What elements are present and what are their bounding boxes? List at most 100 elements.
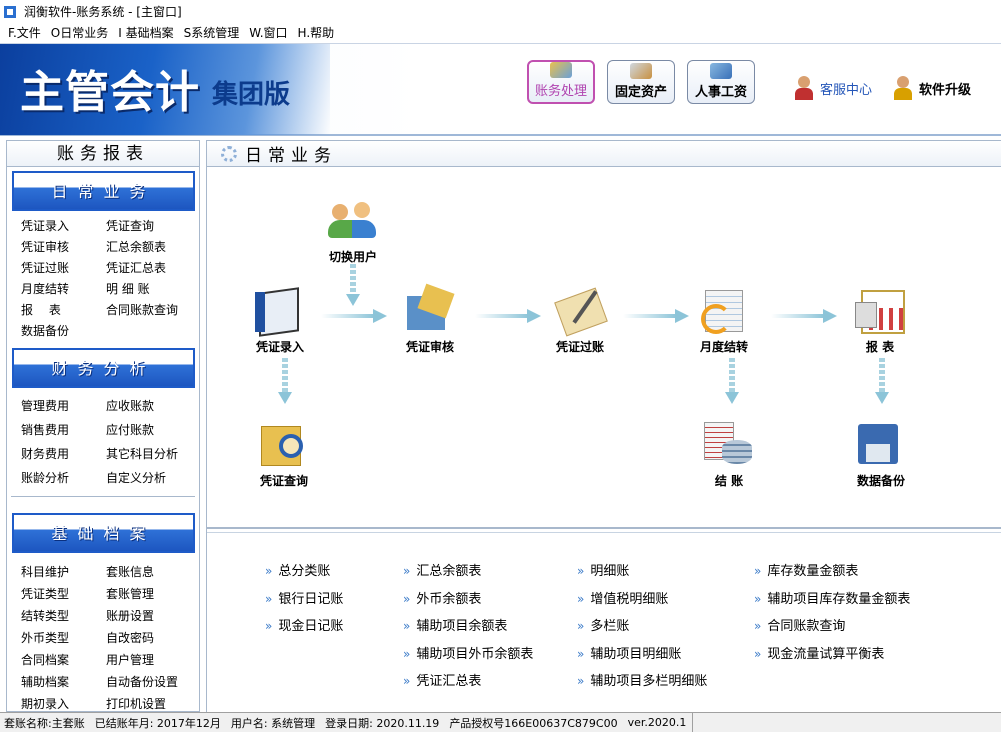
link-auto-backup-settings[interactable]: 自动备份设置: [106, 671, 196, 693]
link-contract-query[interactable]: 合同账款查询: [106, 300, 196, 321]
link-voucher-query[interactable]: 凭证查询: [106, 216, 196, 237]
section-divider: [11, 496, 195, 497]
closing-icon: [702, 420, 756, 468]
report-link[interactable]: » 现金日记账: [265, 618, 343, 646]
menu-file[interactable]: F.文件: [4, 23, 47, 43]
report-link[interactable]: » 辅助项目余额表: [403, 618, 533, 646]
link-payables[interactable]: 应付账款: [106, 418, 196, 442]
section-header-daily-business[interactable]: 日常业务: [12, 171, 195, 211]
node-voucher-entry[interactable]: 凭证录入: [235, 286, 325, 355]
link-voucher-post[interactable]: 凭证过账: [21, 258, 106, 279]
menu-window[interactable]: W.窗口: [245, 23, 293, 43]
report-link[interactable]: » 辅助项目明细账: [577, 646, 707, 674]
link-currency-type[interactable]: 外币类型: [21, 627, 106, 649]
chevron-right-icon: »: [754, 591, 762, 606]
report-link[interactable]: » 辅助项目库存数量金额表: [754, 591, 910, 619]
arrow-down: [725, 358, 739, 404]
product-logo: 主管会计: [20, 67, 200, 118]
arrow-right: [771, 309, 837, 323]
link-aging-analysis[interactable]: 账龄分析: [21, 466, 106, 490]
financial-analysis-links: 管理费用 应收账款 销售费用 应付账款 财务费用 其它科目分析 账龄分析 自定义…: [7, 394, 199, 490]
link-printer-settings[interactable]: 打印机设置: [106, 693, 196, 711]
report-link[interactable]: » 明细账: [577, 563, 707, 591]
link-set-info[interactable]: 套账信息: [106, 561, 196, 583]
right-panel-title: 日常业务: [245, 146, 337, 166]
node-reports[interactable]: 报 表: [835, 286, 925, 355]
basic-archives-links: 科目维护 套账信息 凭证类型 套账管理 结转类型 账册设置 外币类型 自改密码 …: [7, 561, 199, 711]
link-account-maintenance[interactable]: 科目维护: [21, 561, 106, 583]
report-link[interactable]: » 汇总余额表: [403, 563, 533, 591]
service-center-link[interactable]: 客服中心: [794, 76, 872, 100]
link-data-backup[interactable]: 数据备份: [21, 321, 106, 342]
menu-daily-business[interactable]: O日常业务: [47, 23, 114, 43]
link-summary-balance[interactable]: 汇总余额表: [106, 237, 196, 258]
node-closing[interactable]: 结 账: [684, 420, 774, 489]
link-admin-expense[interactable]: 管理费用: [21, 394, 106, 418]
report-link[interactable]: » 辅助项目外币余额表: [403, 646, 533, 674]
accounting-module-button[interactable]: 账务处理: [527, 60, 595, 104]
link-voucher-entry[interactable]: 凭证录入: [21, 216, 106, 237]
link-contract-archive[interactable]: 合同档案: [21, 649, 106, 671]
link-detail-ledger[interactable]: 明 细 账: [106, 279, 196, 300]
report-link[interactable]: » 增值税明细账: [577, 591, 707, 619]
report-link[interactable]: » 外币余额表: [403, 591, 533, 619]
section-header-financial-analysis[interactable]: 财务分析: [12, 348, 195, 388]
link-voucher-summary[interactable]: 凭证汇总表: [106, 258, 196, 279]
left-panel-title: 账务报表: [7, 141, 199, 167]
payroll-module-label: 人事工资: [694, 85, 747, 100]
link-receivables[interactable]: 应收账款: [106, 394, 196, 418]
node-data-backup[interactable]: 数据备份: [836, 420, 926, 489]
report-link[interactable]: » 库存数量金额表: [754, 563, 910, 591]
link-set-management[interactable]: 套账管理: [106, 583, 196, 605]
report-link[interactable]: » 辅助项目多栏明细账: [577, 673, 707, 701]
report-column-2: » 汇总余额表 » 外币余额表 » 辅助项目余额表 » 辅助项目外币余额表 » 凭证汇总表: [403, 563, 533, 701]
menu-basic-archives[interactable]: I 基础档案: [114, 23, 179, 43]
link-auxiliary-archive[interactable]: 辅助档案: [21, 671, 106, 693]
chevron-right-icon: »: [403, 564, 411, 578]
chevron-right-icon: »: [577, 619, 585, 633]
link-finance-expense[interactable]: 财务费用: [21, 442, 106, 466]
link-reports[interactable]: 报 表: [21, 300, 106, 321]
link-other-account-analysis[interactable]: 其它科目分析: [106, 442, 196, 466]
link-transfer-type[interactable]: 结转类型: [21, 605, 106, 627]
menu-bar: F.文件 O日常业务 I 基础档案 S系统管理 W.窗口 H.帮助: [0, 23, 1001, 43]
link-sales-expense[interactable]: 销售费用: [21, 418, 106, 442]
menu-help[interactable]: H.帮助: [294, 23, 341, 43]
fixed-assets-module-button[interactable]: 固定资产: [607, 60, 675, 104]
link-change-password[interactable]: 自改密码: [106, 627, 196, 649]
link-monthly-close[interactable]: 月度结转: [21, 279, 106, 300]
report-link[interactable]: » 合同账款查询: [754, 618, 910, 646]
node-label: 切换用户: [328, 250, 377, 264]
workflow-diagram: 切换用户 凭证录入 凭证审核 凭证过账 月度结转 报 表 凭证查询 结 账 数据…: [207, 168, 1001, 528]
chevron-right-icon: »: [265, 591, 273, 606]
report-link[interactable]: » 总分类账: [265, 563, 343, 591]
section-header-basic-archives[interactable]: 基础档案: [12, 513, 195, 553]
report-link[interactable]: » 现金流量试算平衡表: [754, 646, 910, 674]
report-link[interactable]: » 凭证汇总表: [403, 673, 533, 701]
node-voucher-post[interactable]: 凭证过账: [535, 286, 625, 355]
link-book-settings[interactable]: 账册设置: [106, 605, 196, 627]
software-upgrade-link[interactable]: 软件升级: [893, 76, 971, 100]
report-column-1: » 总分类账 » 银行日记账 » 现金日记账: [265, 563, 343, 646]
report-link[interactable]: » 多栏账: [577, 618, 707, 646]
chevron-right-icon: »: [265, 564, 273, 578]
payroll-module-button[interactable]: 人事工资: [687, 60, 755, 104]
fixed-assets-icon: [630, 63, 652, 79]
chevron-right-icon: »: [265, 619, 273, 633]
menu-system-management[interactable]: S系统管理: [180, 23, 246, 43]
link-user-management[interactable]: 用户管理: [106, 649, 196, 671]
report-link[interactable]: » 银行日记账: [265, 591, 343, 619]
link-opening-entry[interactable]: 期初录入: [21, 693, 106, 711]
link-voucher-type[interactable]: 凭证类型: [21, 583, 106, 605]
node-switch-user[interactable]: 切换用户: [308, 196, 398, 265]
chevron-right-icon: »: [577, 591, 585, 606]
node-voucher-audit[interactable]: 凭证审核: [385, 286, 475, 355]
voucher-query-icon: [257, 420, 311, 468]
link-custom-analysis[interactable]: 自定义分析: [106, 466, 196, 490]
node-label: 凭证查询: [259, 474, 308, 488]
node-voucher-query[interactable]: 凭证查询: [239, 420, 329, 489]
link-voucher-audit[interactable]: 凭证审核: [21, 237, 106, 258]
status-closed-period: 已结账年月: 2017年12月: [94, 716, 221, 730]
node-monthly-close[interactable]: 月度结转: [679, 286, 769, 355]
chevron-right-icon: »: [577, 564, 585, 578]
